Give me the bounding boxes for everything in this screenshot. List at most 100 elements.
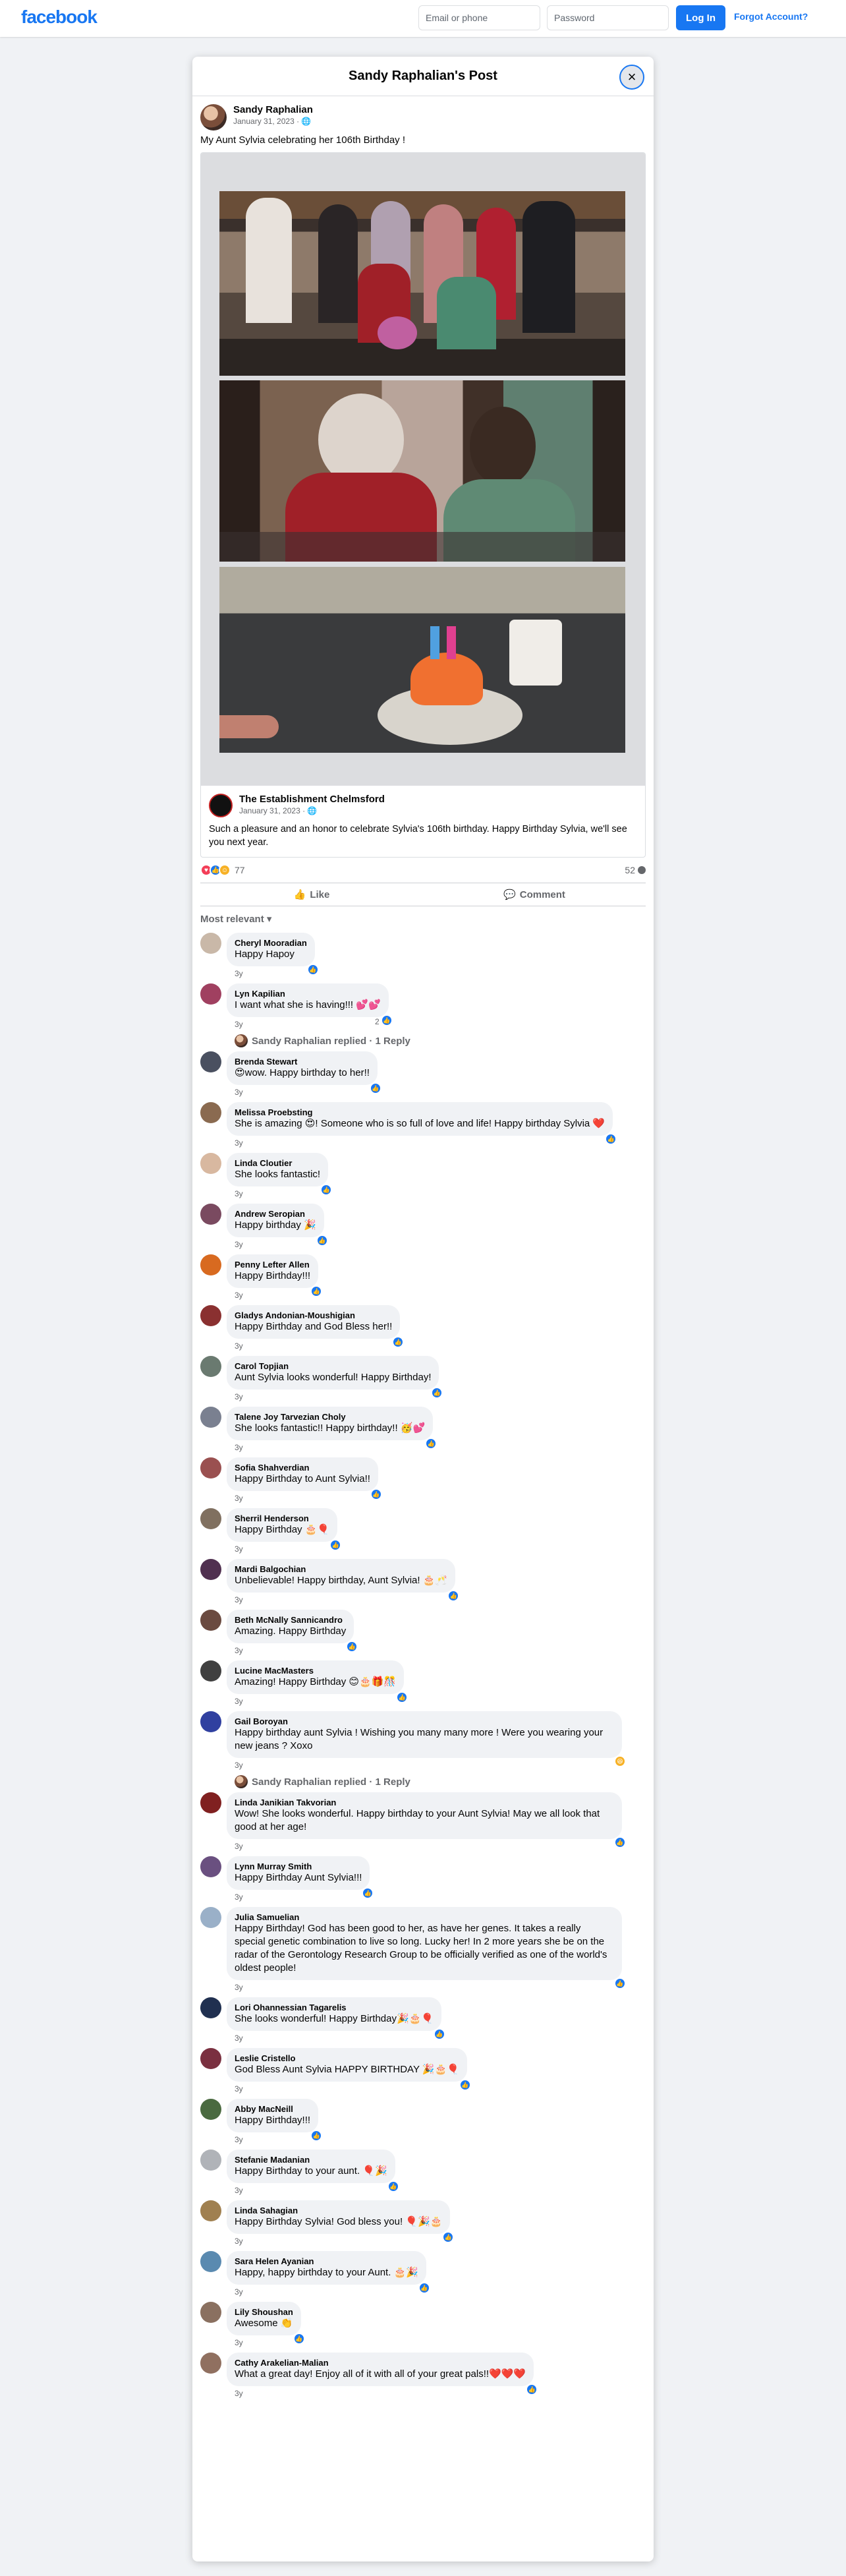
commenter-name[interactable]: Lucine MacMasters (235, 1666, 396, 1676)
like-reaction-icon[interactable]: 👍 (320, 1184, 333, 1196)
commenter-name[interactable]: Linda Cloutier (235, 1158, 320, 1168)
like-reaction-icon[interactable]: 👍 (316, 1235, 328, 1246)
forgot-account-link[interactable]: Forgot Account? (734, 11, 808, 22)
avatar[interactable] (200, 1254, 221, 1275)
avatar[interactable] (200, 1907, 221, 1928)
avatar[interactable] (200, 2048, 221, 2069)
like-reaction-icon[interactable]: 👍 (425, 1438, 437, 1449)
avatar[interactable] (200, 933, 221, 954)
like-reaction-icon[interactable]: 👍 (459, 2079, 471, 2091)
avatar[interactable] (200, 1559, 221, 1580)
like-reaction-icon[interactable]: 👍 (605, 1133, 617, 1145)
comment-time[interactable]: 3y (235, 1494, 378, 1504)
comment-time[interactable]: 3y (235, 2287, 426, 2298)
comment-time[interactable]: 3y (235, 1189, 328, 1200)
like-reaction-icon[interactable]: 👍 (310, 1285, 323, 1297)
comment-time[interactable]: 3y (235, 1892, 370, 1903)
comment-time[interactable]: 3y (235, 2389, 534, 2399)
like-reaction-icon[interactable]: 👍 (396, 1691, 409, 1703)
comment-time[interactable]: 3y (235, 2338, 301, 2349)
view-replies-link[interactable]: Sandy Raphalian replied · 1 Reply (235, 1775, 646, 1788)
like-reaction-icon[interactable]: 👍 (370, 1488, 382, 1500)
comment-time[interactable]: 3y (235, 2237, 450, 2247)
avatar[interactable] (200, 1457, 221, 1478)
comment-time[interactable]: 3y (235, 2135, 318, 2146)
commenter-name[interactable]: Carol Topjian (235, 1361, 431, 1371)
commenter-name[interactable]: Andrew Seropian (235, 1209, 316, 1219)
avatar[interactable] (200, 1792, 221, 1813)
comment-time[interactable]: 3y (235, 1291, 318, 1301)
commenter-name[interactable]: Abby MacNeill (235, 2104, 310, 2114)
avatar[interactable] (200, 2353, 221, 2374)
login-button[interactable]: Log In (676, 5, 725, 30)
close-button[interactable]: × (619, 65, 644, 90)
like-reaction-icon[interactable]: 👍 (434, 2028, 445, 2040)
email-input[interactable] (418, 5, 540, 30)
like-button[interactable]: 👍 Like (200, 883, 423, 906)
like-reaction-icon[interactable]: 👍 (387, 2181, 399, 2192)
comment-time[interactable]: 3y (235, 1842, 622, 1852)
facebook-logo[interactable]: facebook (21, 7, 98, 28)
comment-time[interactable]: 3y (235, 2084, 467, 2095)
group-photo[interactable] (219, 191, 625, 376)
commenter-name[interactable]: Sherril Henderson (235, 1513, 329, 1523)
like-reaction-icon[interactable]: 👍 (447, 1590, 460, 1602)
like-reaction-icon[interactable]: 👍 (310, 2130, 323, 2142)
comment-time[interactable]: 3y (235, 1392, 439, 1403)
comment-button[interactable]: 💬 Comment (423, 883, 646, 906)
commenter-name[interactable]: Brenda Stewart (235, 1057, 370, 1067)
comment-time[interactable]: 3y (235, 969, 315, 980)
commenter-name[interactable]: Julia Samuelian (235, 1912, 614, 1922)
avatar[interactable] (200, 1856, 221, 1877)
commenter-name[interactable]: Sofia Shahverdian (235, 1463, 370, 1473)
comment-time[interactable]: 3y (235, 1341, 400, 1352)
avatar[interactable] (200, 2099, 221, 2120)
commenter-name[interactable]: Cheryl Mooradian (235, 938, 307, 948)
avatar[interactable] (200, 2302, 221, 2323)
like-reaction-icon[interactable]: 👍 (392, 1336, 405, 1348)
like-reaction-icon[interactable]: 😆 (614, 1755, 626, 1767)
like-reaction-icon[interactable]: 👍 (431, 1387, 443, 1399)
like-reaction-icon[interactable]: 👍 (614, 1977, 626, 1989)
avatar[interactable] (200, 1204, 221, 1225)
sort-dropdown[interactable]: Most relevant ▾ (192, 906, 654, 929)
avatar[interactable] (200, 1153, 221, 1174)
like-reaction-icon[interactable]: 👍 (362, 1887, 374, 1899)
comment-time[interactable]: 3y (235, 1697, 404, 1707)
commenter-name[interactable]: Lily Shoushan (235, 2307, 293, 2317)
comment-time[interactable]: 3y (235, 1443, 433, 1453)
avatar[interactable] (200, 1102, 221, 1123)
avatar[interactable] (200, 1508, 221, 1529)
commenter-name[interactable]: Stefanie Madanian (235, 2155, 387, 2165)
commenter-name[interactable]: Linda Sahagian (235, 2206, 442, 2215)
password-input[interactable] (547, 5, 669, 30)
like-reaction-icon[interactable]: 👍 (614, 1836, 626, 1848)
like-reaction-icon[interactable]: 👍 (380, 1014, 393, 1026)
avatar[interactable] (200, 1997, 221, 2018)
post-author[interactable]: Sandy Raphalian (233, 104, 313, 115)
comment-time[interactable]: 3y (235, 1138, 613, 1149)
avatar[interactable] (200, 1305, 221, 1326)
birthday-portrait-photo[interactable] (219, 380, 625, 562)
avatar[interactable] (200, 1711, 221, 1732)
comment-time[interactable]: 3y (235, 1983, 622, 1993)
like-reaction-icon[interactable]: 👍 (369, 1082, 381, 1094)
comment-time[interactable]: 3y (235, 1088, 378, 1098)
avatar[interactable] (200, 1051, 221, 1072)
avatar[interactable] (200, 2150, 221, 2171)
commenter-name[interactable]: Lyn Kapilian (235, 989, 381, 999)
commenter-name[interactable]: Gail Boroyan (235, 1716, 614, 1726)
avatar[interactable] (200, 2200, 221, 2221)
avatar[interactable] (200, 1407, 221, 1428)
like-reaction-icon[interactable]: 👍 (442, 2231, 455, 2243)
avatar[interactable] (200, 1610, 221, 1631)
commenter-name[interactable]: Talene Joy Tarvezian Choly (235, 1412, 425, 1422)
view-replies-link[interactable]: Sandy Raphalian replied · 1 Reply (235, 1034, 646, 1047)
avatar[interactable] (200, 1660, 221, 1682)
like-reaction-icon[interactable]: 👍 (418, 2282, 430, 2294)
like-reaction-icon[interactable]: 👍 (346, 1641, 358, 1653)
comment-time[interactable]: 3y (235, 1544, 337, 1555)
comment-time[interactable]: 3y (235, 2034, 441, 2044)
like-reaction-icon[interactable]: 👍 (306, 964, 319, 976)
commenter-name[interactable]: Linda Janikian Takvorian (235, 1798, 614, 1807)
